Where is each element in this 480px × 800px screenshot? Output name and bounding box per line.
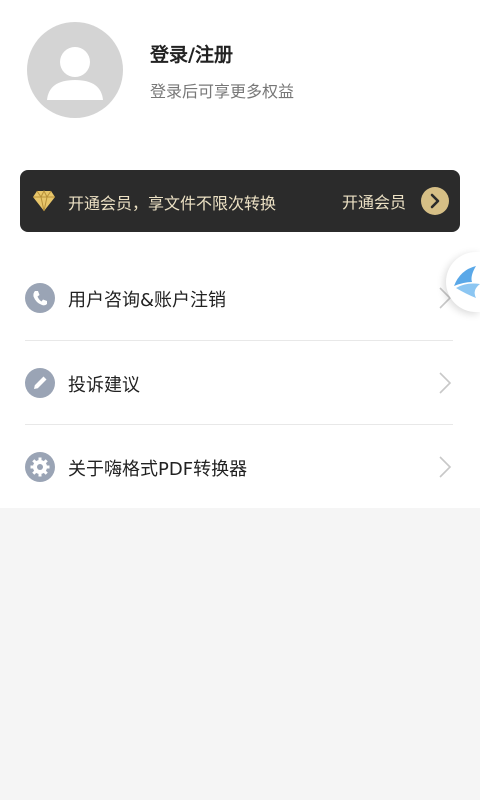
menu-item-label: 投诉建议 (68, 375, 140, 396)
chevron-right-icon[interactable] (421, 187, 449, 215)
avatar[interactable] (27, 22, 123, 118)
phone-icon (25, 283, 55, 313)
menu-item-label: 用户咨询&账户注销 (68, 290, 227, 311)
menu-item-label: 关于嗨格式PDF转换器 (68, 459, 248, 480)
vip-promo-banner[interactable]: 开通会员，享文件不限次转换 开通会员 (20, 170, 460, 232)
menu-item-feedback[interactable]: 投诉建议 (0, 341, 480, 425)
diamond-icon (33, 190, 55, 212)
chevron-right-icon (439, 372, 452, 394)
gear-icon (25, 452, 55, 482)
menu-item-about[interactable]: 关于嗨格式PDF转换器 (0, 425, 480, 509)
pencil-icon (25, 368, 55, 398)
login-benefits-text: 登录后可享更多权益 (150, 82, 295, 101)
profile-panel: 登录/注册 登录后可享更多权益 开通会员，享文件不限次转换 开通会员 用户咨询&… (0, 0, 480, 508)
login-register-link[interactable]: 登录/注册 (150, 40, 233, 67)
open-vip-button[interactable]: 开通会员 (342, 189, 406, 213)
chevron-right-icon (439, 456, 452, 478)
vip-promo-text: 开通会员，享文件不限次转换 (68, 194, 277, 213)
user-silhouette-icon (47, 47, 103, 100)
menu-item-consult-account[interactable]: 用户咨询&账户注销 (0, 256, 480, 340)
